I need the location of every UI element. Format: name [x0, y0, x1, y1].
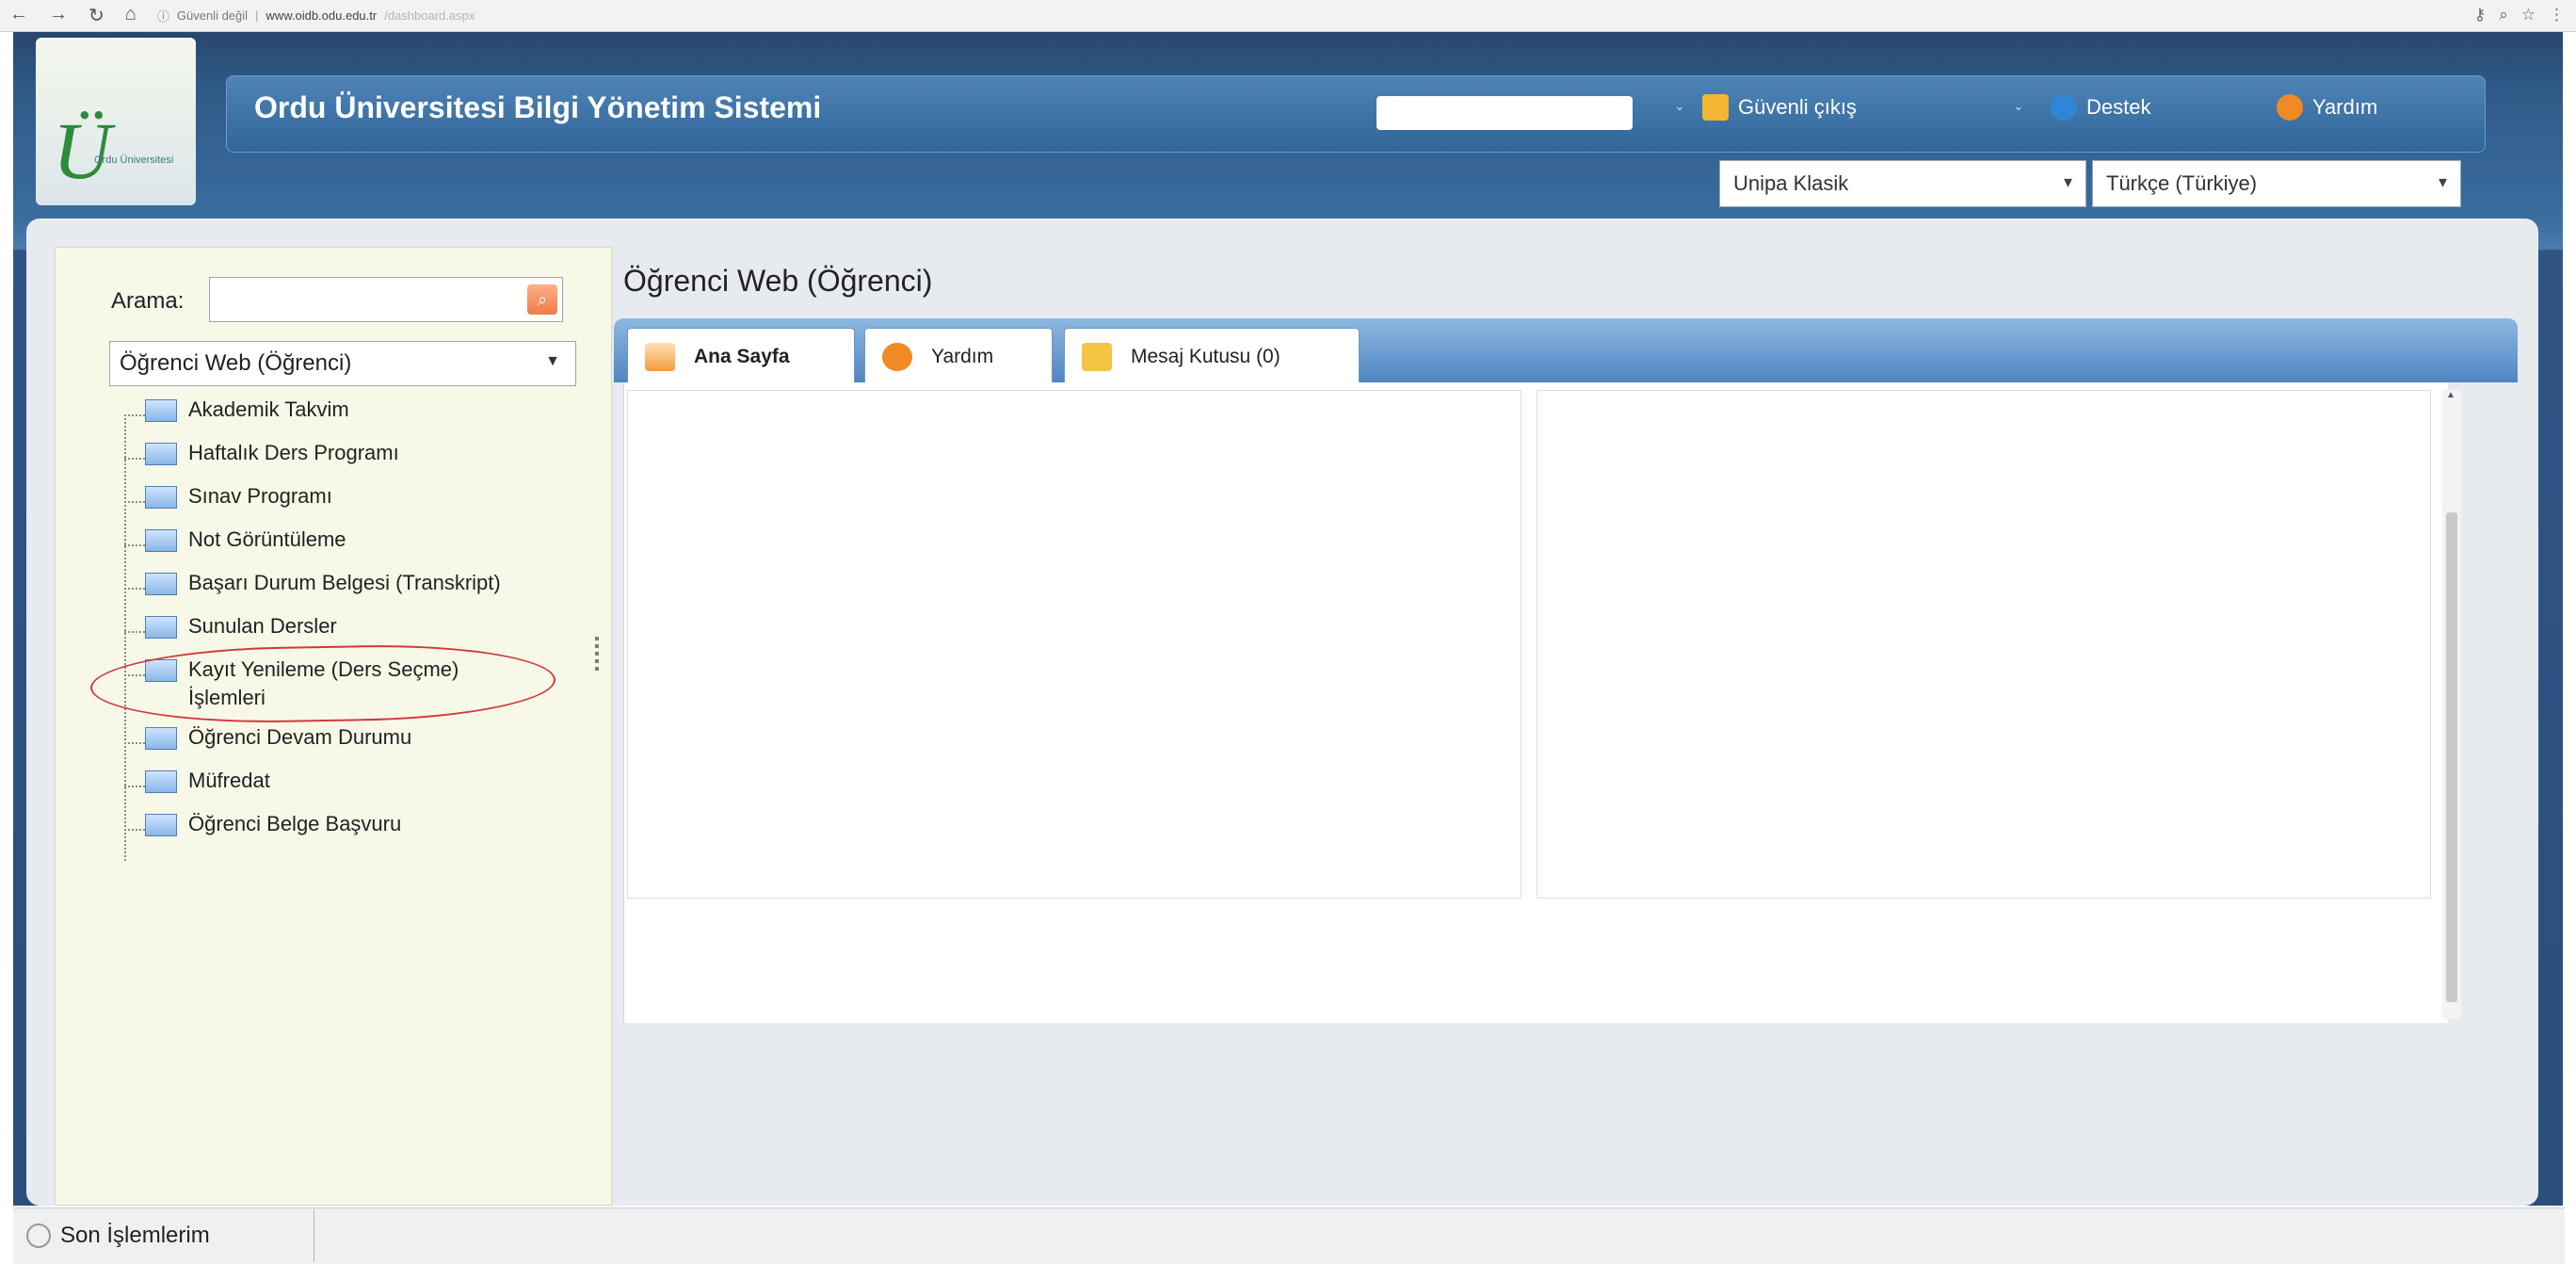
sidebar-item-sinav-programi[interactable]: Sınav Programı [124, 482, 614, 526]
dashboard-pane-left [627, 390, 1521, 899]
page-icon [145, 486, 177, 509]
help-label: Yardım [2312, 95, 2378, 119]
user-name-redacted [1377, 96, 1633, 130]
search-icon [26, 1223, 51, 1248]
sidebar-item-label: Akademik Takvim [188, 397, 349, 421]
chevron-down-icon: ▾ [2438, 172, 2447, 191]
language-select-value: Türkçe (Türkiye) [2106, 171, 2258, 195]
module-select[interactable]: Öğrenci Web (Öğrenci) ▼ [109, 341, 576, 386]
zoom-icon[interactable]: ⌕ [2499, 6, 2508, 24]
home-icon [645, 342, 675, 371]
info-icon[interactable]: ⓘ [157, 7, 169, 24]
sidebar-item-haftalik-ders-programi[interactable]: Haftalık Ders Programı [124, 439, 614, 482]
browser-toolbar: ← → ↻ ⌂ ⓘ Güvenli değil | www.oidb.odu.e… [0, 0, 2576, 32]
scrollbar-thumb[interactable] [2446, 512, 2457, 1002]
security-text: Güvenli değil [176, 8, 249, 23]
sidebar-resize-handle[interactable] [595, 637, 599, 671]
help-icon [882, 342, 912, 371]
support-link[interactable]: ⌄ Destek [2013, 94, 2151, 121]
page-icon [145, 573, 177, 595]
tab-yardim[interactable]: Yardım [864, 328, 1053, 384]
star-icon[interactable]: ☆ [2521, 6, 2536, 24]
page-icon [145, 529, 177, 552]
url-text: www.oidb.odu.edu.tr [266, 8, 378, 23]
page-title: Öğrenci Web (Öğrenci) [623, 264, 933, 298]
support-label: Destek [2086, 95, 2151, 119]
help-link[interactable]: Yardım [2277, 94, 2377, 121]
sidebar-item-label: Sınav Programı [188, 484, 332, 508]
chevron-down-icon: ⌄ [1674, 98, 1685, 113]
search-icon[interactable]: ⌕ [527, 284, 557, 315]
page-icon [145, 770, 177, 793]
home-icon[interactable]: ⌂ [125, 4, 137, 27]
sidebar-item-ogrenci-devam-durumu[interactable]: Öğrenci Devam Durumu [124, 723, 614, 767]
module-select-value: Öğrenci Web (Öğrenci) [120, 350, 352, 376]
recent-actions-label: Son İşlemlerim [60, 1223, 210, 1248]
sidebar-item-label: Müfredat [188, 769, 270, 792]
theme-select-value: Unipa Klasik [1733, 171, 1849, 195]
reload-icon[interactable]: ↻ [89, 4, 105, 27]
university-logo: Ü Ordu Üniversitesi [36, 38, 196, 205]
tab-mesaj-kutusu[interactable]: Mesaj Kutusu (0) [1064, 328, 1360, 384]
address-bar[interactable]: ⓘ Güvenli değil | www.oidb.odu.edu.tr/da… [157, 7, 475, 24]
sidebar-item-label: Sunulan Dersler [188, 614, 337, 638]
page-icon [145, 443, 177, 465]
page-icon [145, 727, 177, 750]
chevron-down-icon: ⌄ [2013, 98, 2024, 113]
tab-label: Ana Sayfa [694, 345, 790, 367]
tab-label: Yardım [931, 345, 994, 367]
sidebar-item-label: Başarı Durum Belgesi (Transkript) [188, 571, 501, 594]
sidebar-item-ogrenci-belge-basvuru[interactable]: Öğrenci Belge Başvuru [124, 810, 614, 853]
sidebar-item-akademik-takvim[interactable]: Akademik Takvim [124, 396, 614, 439]
sidebar-item-label: Öğrenci Devam Durumu [188, 725, 412, 749]
sidebar-item-label: Not Görüntüleme [188, 527, 346, 551]
theme-select[interactable]: Unipa Klasik ▾ [1719, 160, 2086, 207]
content-scrollbar[interactable]: ▲ [2442, 390, 2461, 1019]
recent-actions-button[interactable]: Son İşlemlerim [13, 1209, 314, 1262]
browser-nav: ← → ↻ ⌂ [0, 4, 137, 27]
browser-actions: ⚷ ⌕ ☆ ⋮ [2474, 6, 2565, 24]
sidebar-item-not-goruntuleme[interactable]: Not Görüntüleme [124, 526, 614, 569]
page-icon [145, 616, 177, 639]
sidebar-item-transkript[interactable]: Başarı Durum Belgesi (Transkript) [124, 569, 614, 612]
back-icon[interactable]: ← [9, 4, 28, 27]
chevron-down-icon: ▾ [2063, 172, 2072, 191]
forward-icon[interactable]: → [49, 4, 68, 27]
logo-mark-icon: Ü [53, 105, 112, 196]
chevron-down-icon: ▼ [545, 353, 560, 369]
sidebar-item-label: Haftalık Ders Programı [188, 441, 399, 464]
site-title: Ordu Üniversitesi Bilgi Yönetim Sistemi [254, 90, 822, 124]
tab-label: Mesaj Kutusu (0) [1131, 345, 1280, 367]
sidebar-item-label: Öğrenci Belge Başvuru [188, 812, 402, 835]
info-icon [2051, 94, 2077, 121]
menu-tree: Akademik Takvim Haftalık Ders Programı S… [124, 396, 614, 861]
logout-link[interactable]: ⌄ Güvenli çıkış [1674, 94, 1857, 121]
help-icon [2277, 94, 2303, 121]
sidebar-item-mufredat[interactable]: Müfredat [124, 767, 614, 810]
page-icon [145, 399, 177, 422]
menu-icon[interactable]: ⋮ [2549, 6, 2565, 24]
address-separator: | [255, 8, 259, 23]
mail-icon [1082, 342, 1112, 371]
tab-ana-sayfa[interactable]: Ana Sayfa [627, 328, 855, 384]
lock-icon [1702, 94, 1729, 121]
url-path-text: /dashboard.aspx [384, 8, 475, 23]
search-label: Arama: [111, 288, 185, 314]
bottom-bar [13, 1207, 2565, 1264]
logout-label: Güvenli çıkış [1738, 95, 1857, 119]
logo-text: Ordu Üniversitesi [94, 154, 174, 166]
key-icon[interactable]: ⚷ [2474, 6, 2486, 24]
language-select[interactable]: Türkçe (Türkiye) ▾ [2092, 160, 2461, 207]
page-icon [145, 814, 177, 836]
scroll-up-icon[interactable]: ▲ [2446, 390, 2455, 400]
dashboard-pane-right [1537, 390, 2431, 899]
search-input[interactable] [209, 277, 563, 322]
